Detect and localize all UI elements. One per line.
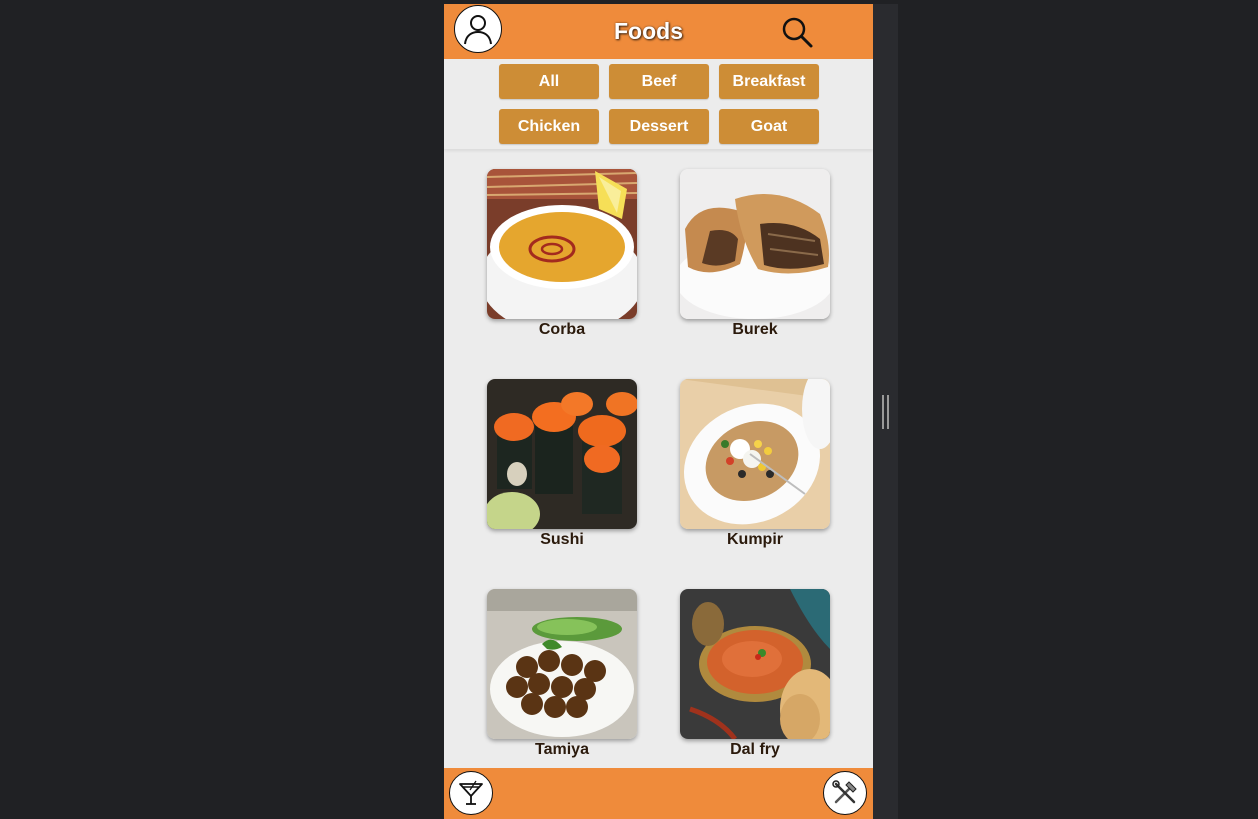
search-button[interactable]	[780, 15, 814, 49]
food-image-dal-fry[interactable]	[680, 589, 830, 739]
food-image-burek[interactable]	[680, 169, 830, 319]
food-name-tamiya: Tamiya	[535, 741, 589, 758]
food-name-corba: Corba	[538, 321, 586, 338]
meals-button[interactable]	[823, 771, 867, 815]
drinks-button[interactable]	[449, 771, 493, 815]
bottom-nav-bar	[444, 768, 873, 819]
tools-icon	[832, 780, 857, 804]
food-image-tamiya[interactable]	[487, 589, 637, 739]
app-viewport: Foods All Beef Breakfast Chicken Dessert…	[444, 4, 873, 819]
filter-chicken-button[interactable]: Chicken	[499, 109, 599, 144]
food-name-kumpir: Kumpir	[727, 531, 783, 548]
top-app-bar: Foods	[444, 4, 873, 59]
filter-beef-button[interactable]: Beef	[609, 64, 709, 99]
filter-all-button[interactable]: All	[499, 64, 599, 99]
panel-resize-handle[interactable]	[882, 395, 889, 429]
user-icon	[464, 15, 492, 45]
profile-button[interactable]	[454, 5, 502, 53]
filter-dessert-button[interactable]: Dessert	[609, 109, 709, 144]
food-name-dal-fry: Dal fry	[730, 741, 780, 758]
filter-breakfast-button[interactable]: Breakfast	[719, 64, 819, 99]
food-image-corba[interactable]	[487, 169, 637, 319]
search-icon	[782, 17, 813, 48]
cocktail-icon	[459, 780, 483, 805]
filter-goat-button[interactable]: Goat	[719, 109, 819, 144]
food-name-burek: Burek	[732, 321, 778, 338]
category-filter-bar: All Beef Breakfast Chicken Dessert Goat	[444, 59, 873, 149]
food-image-sushi[interactable]	[487, 379, 637, 529]
food-image-kumpir[interactable]	[680, 379, 830, 529]
food-name-sushi: Sushi	[540, 531, 584, 548]
